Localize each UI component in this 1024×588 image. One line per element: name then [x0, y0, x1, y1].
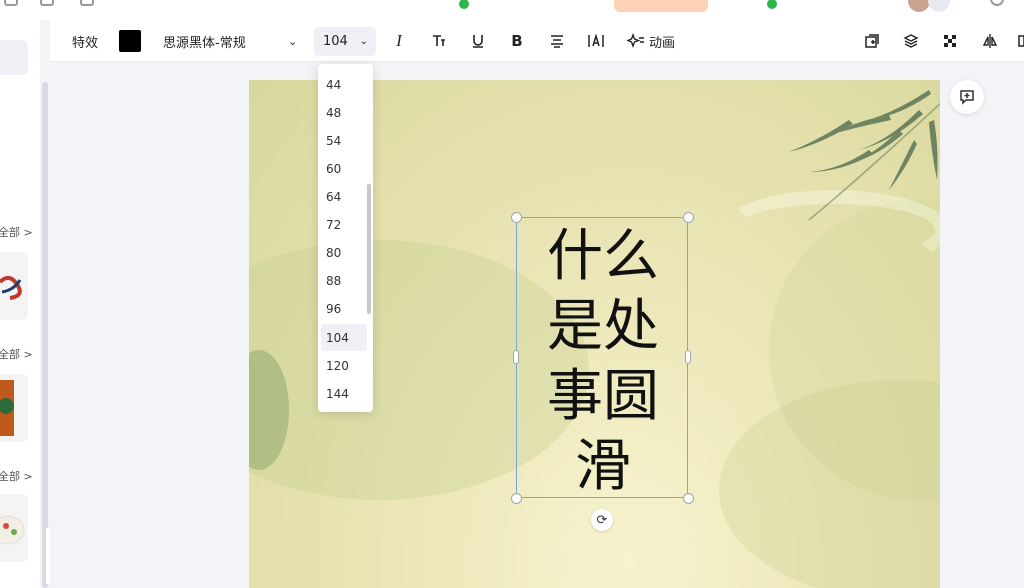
- font-size-value: 104: [323, 34, 348, 49]
- chevron-down-icon: ⌄: [359, 36, 368, 47]
- share-icon[interactable]: [990, 0, 1004, 6]
- font-size-option[interactable]: 54: [321, 127, 367, 154]
- layers-icon[interactable]: [900, 20, 922, 62]
- left-panel-scrollbar[interactable]: [42, 82, 48, 588]
- text-line: 滑: [575, 434, 631, 499]
- resize-handle-bottom-left[interactable]: [511, 493, 522, 504]
- template-thumbnail[interactable]: [0, 252, 28, 320]
- font-size-option[interactable]: 96: [321, 295, 367, 322]
- resize-handle-left[interactable]: [513, 350, 519, 364]
- font-size-select[interactable]: 104 ⌄: [314, 27, 376, 56]
- letter-spacing-icon[interactable]: [585, 20, 607, 62]
- animation-icon: [627, 33, 644, 48]
- upgrade-chip[interactable]: [614, 0, 708, 12]
- dropdown-scrollbar[interactable]: [367, 184, 371, 314]
- text-line: 是处: [547, 294, 659, 359]
- top-bar: [0, 0, 1024, 20]
- thumbnail-art-icon: [0, 515, 25, 545]
- chevron-down-icon[interactable]: ⌄: [288, 20, 297, 62]
- avatar-secondary[interactable]: [928, 0, 950, 12]
- font-size-option[interactable]: 120: [321, 352, 367, 379]
- undo-icon[interactable]: [4, 0, 18, 6]
- see-all-link[interactable]: 全部 >: [0, 224, 33, 240]
- save-status-chip[interactable]: [763, 0, 863, 12]
- text-color-swatch[interactable]: [119, 30, 141, 52]
- selected-category[interactable]: [0, 40, 28, 75]
- font-size-option[interactable]: 80: [321, 239, 367, 266]
- redo-icon[interactable]: [40, 0, 54, 6]
- font-size-option[interactable]: 88: [321, 267, 367, 294]
- underline-icon[interactable]: [467, 20, 489, 62]
- bold-icon[interactable]: B: [506, 20, 528, 62]
- add-comment-icon: [960, 90, 974, 105]
- text-transform-icon[interactable]: [428, 20, 450, 62]
- rotate-handle[interactable]: ⟳: [591, 509, 613, 531]
- animation-label: 动画: [649, 35, 676, 51]
- resize-handle-bottom-right[interactable]: [683, 493, 694, 504]
- font-size-option-selected[interactable]: 104: [321, 324, 367, 351]
- see-all-link[interactable]: 全部 >: [0, 346, 33, 362]
- rotate-icon: ⟳: [596, 512, 608, 528]
- font-family-select[interactable]: 思源黑体-常规: [163, 20, 303, 62]
- font-size-option[interactable]: 72: [321, 211, 367, 238]
- align-center-icon[interactable]: [546, 20, 568, 62]
- flip-icon[interactable]: [979, 20, 1001, 62]
- italic-icon[interactable]: I: [388, 20, 410, 62]
- animation-button[interactable]: 动画: [627, 20, 675, 62]
- left-panel: 全部 > 全部 > 全部 >: [0, 20, 40, 588]
- see-all-link[interactable]: 全部 >: [0, 468, 33, 484]
- history-icon[interactable]: [80, 0, 94, 6]
- font-size-option[interactable]: 64: [321, 183, 367, 210]
- effects-button[interactable]: 特效: [72, 20, 98, 62]
- selected-text-box[interactable]: 什么 是处 事圆 滑: [516, 217, 688, 499]
- font-size-option[interactable]: 144: [321, 380, 367, 407]
- add-comment-button[interactable]: [950, 80, 984, 114]
- background-shape: [719, 380, 940, 588]
- font-size-option[interactable]: 48: [321, 99, 367, 126]
- template-thumbnail[interactable]: [0, 494, 28, 562]
- resize-handle-top-right[interactable]: [683, 212, 694, 223]
- status-chip[interactable]: [455, 0, 555, 12]
- font-size-dropdown: 44 48 54 60 64 72 80 88 96 104 120 144: [318, 64, 373, 412]
- status-dot-icon: [459, 0, 469, 9]
- more-icon[interactable]: [1012, 20, 1024, 62]
- text-toolbar: 特效 思源黑体-常规 ⌄ 104 ⌄ I B 动画: [50, 20, 1024, 62]
- resize-handle-top-left[interactable]: [511, 212, 522, 223]
- thumbnail-art-icon: [0, 380, 14, 436]
- text-line: 什么: [547, 224, 659, 289]
- resize-handle-right[interactable]: [685, 350, 691, 364]
- avatar[interactable]: [908, 0, 930, 12]
- status-dot-icon: [767, 0, 777, 9]
- text-line: 事圆: [547, 364, 659, 429]
- canvas-text[interactable]: 什么 是处 事圆 滑: [517, 222, 689, 502]
- thumbnail-art-icon: [0, 275, 22, 300]
- font-size-option[interactable]: 60: [321, 155, 367, 182]
- transparency-icon[interactable]: [939, 20, 961, 62]
- font-size-option[interactable]: 44: [321, 71, 367, 98]
- template-thumbnail[interactable]: [0, 374, 28, 442]
- duplicate-icon[interactable]: [861, 20, 883, 62]
- bamboo-leaves-icon: [789, 90, 940, 221]
